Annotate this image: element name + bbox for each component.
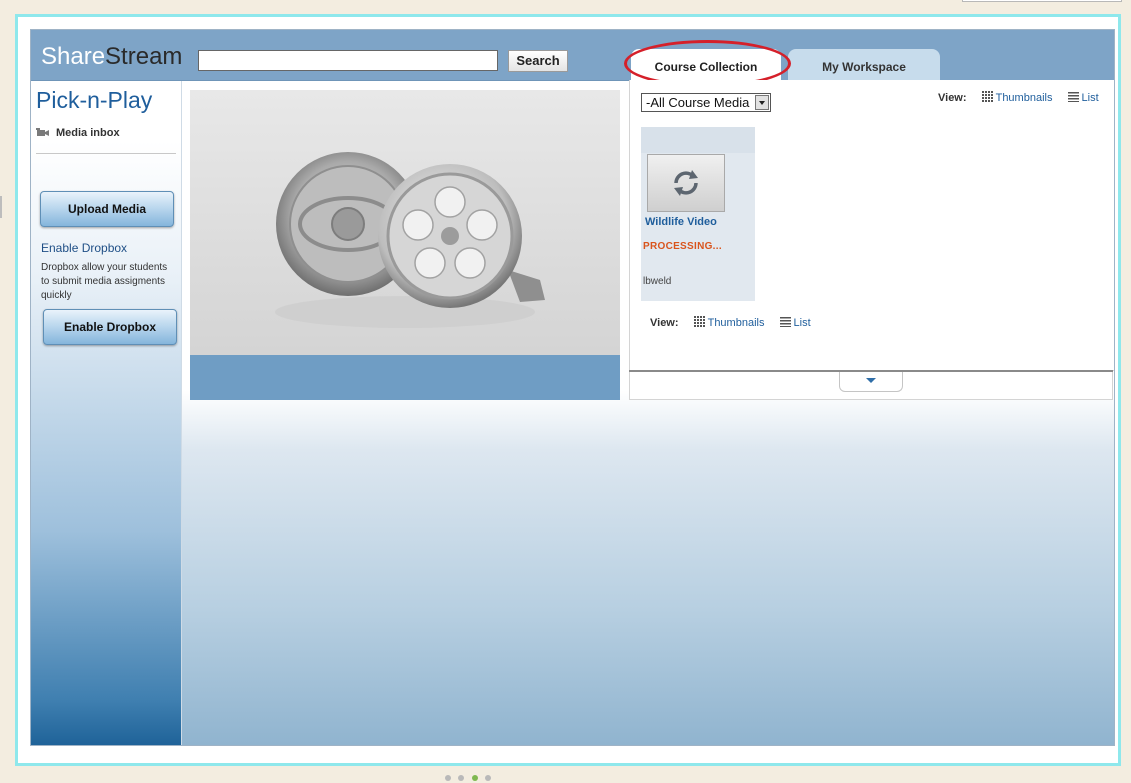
upload-media-button[interactable]: Upload Media [40, 191, 174, 227]
camera-icon [36, 128, 49, 137]
dropbox-description: Dropbox allow your students to submit me… [41, 262, 168, 301]
page-title: Pick-n-Play [36, 87, 153, 113]
course-collection-panel: -All Course Media View: Thumbnails List [629, 80, 1114, 371]
media-item-card[interactable]: Wildlife Video PROCESSING... lbweld [641, 127, 755, 301]
sidebar-item-media-inbox[interactable]: Media inbox [36, 127, 120, 139]
view-label: View: [650, 317, 679, 329]
status-icons [445, 775, 491, 781]
grid-icon [981, 91, 993, 102]
media-filter-select[interactable]: -All Course Media [641, 93, 771, 112]
collapse-panel-button[interactable] [839, 372, 903, 392]
media-item-owner: lbweld [643, 276, 672, 287]
chevron-down-icon [866, 378, 876, 383]
top-toolbar-control[interactable] [962, 0, 1122, 2]
refresh-icon [674, 170, 698, 196]
list-icon [1067, 92, 1079, 102]
view-label: View: [938, 92, 967, 104]
sidebar-divider [36, 153, 176, 154]
sharestream-logo: ShareStream [41, 43, 182, 71]
logo-stream-text: Stream [105, 43, 183, 70]
media-thumbnail[interactable] [647, 154, 725, 212]
enable-dropbox-link[interactable]: Enable Dropbox [41, 241, 127, 255]
view-thumbnails-link[interactable]: Thumbnails [981, 91, 1056, 104]
view-thumbnails-label: Thumbnails [707, 317, 765, 329]
header-bar: ShareStream Search Course Collection My … [31, 30, 1114, 87]
search-input[interactable] [198, 50, 498, 71]
media-inbox-label: Media inbox [56, 127, 120, 139]
media-player[interactable] [190, 90, 620, 400]
list-icon [779, 317, 791, 327]
tab-course-collection[interactable]: Course Collection [631, 49, 781, 80]
enable-dropbox-button[interactable]: Enable Dropbox [43, 309, 177, 345]
search-button[interactable]: Search [508, 50, 568, 72]
view-thumbnails-link[interactable]: Thumbnails [693, 316, 768, 329]
view-list-link[interactable]: List [779, 317, 811, 329]
tab-my-workspace[interactable]: My Workspace [788, 49, 940, 80]
logo-share-text: Share [41, 43, 106, 70]
sidebar: Pick-n-Play Media inbox Upload Media Ena… [31, 81, 182, 745]
view-list-label: List [1081, 92, 1099, 104]
chevron-down-icon[interactable] [755, 95, 769, 110]
grid-icon [693, 316, 705, 327]
film-reel-icon [275, 152, 545, 328]
status-badge: PROCESSING... [643, 241, 722, 252]
view-list-link[interactable]: List [1067, 92, 1099, 104]
left-edge-handle [0, 196, 2, 218]
view-list-label: List [793, 317, 811, 329]
view-toggle-top: View: Thumbnails List [938, 91, 1111, 104]
media-item-title[interactable]: Wildlife Video [645, 216, 717, 228]
sharestream-app: ShareStream Search Course Collection My … [30, 29, 1115, 746]
card-band [641, 127, 755, 153]
player-placeholder [190, 90, 620, 355]
view-thumbnails-label: Thumbnails [995, 92, 1053, 104]
filter-selected-value: -All Course Media [646, 95, 750, 110]
view-toggle-bottom: View: Thumbnails List [650, 316, 823, 329]
